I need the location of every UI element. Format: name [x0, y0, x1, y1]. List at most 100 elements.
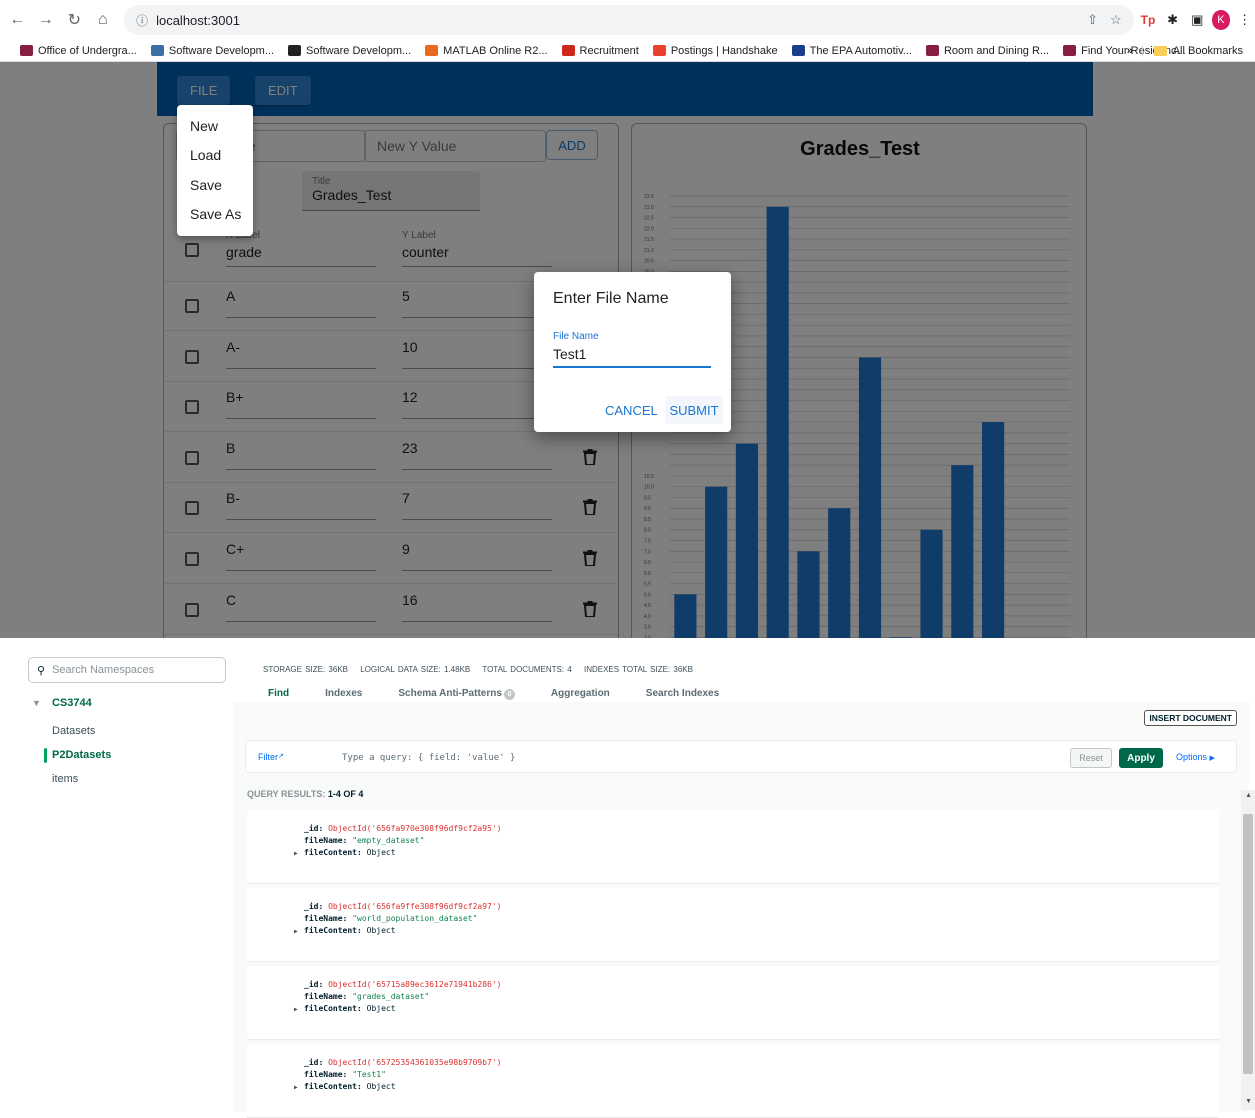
browser-window: ← → ↻ ⌂ ⓘ localhost:3001 ⇧ ☆ Tp ✱ ▣ K ⋮ … — [0, 0, 1255, 638]
filter-link[interactable]: Filter↗ — [258, 752, 284, 762]
search-icon: ⚲ — [37, 664, 46, 677]
bookmark-item[interactable]: Room and Dining R... — [925, 45, 1049, 57]
expand-caret-icon[interactable]: ▶ — [294, 1084, 298, 1091]
bookmark-item[interactable]: Recruitment — [561, 45, 639, 57]
database-tree-item[interactable]: ▼ CS3744 — [32, 697, 92, 709]
bookmark-item[interactable]: MATLAB Online R2... — [425, 45, 548, 57]
extensions-puzzle-icon[interactable]: ✱ — [1162, 9, 1183, 31]
all-bookmarks-link[interactable]: All Bookmarks — [1173, 45, 1243, 57]
bookmark-item[interactable]: The EPA Automotiv... — [791, 45, 912, 57]
file-name-input[interactable]: Test1 — [553, 346, 711, 368]
bookmark-favicon-icon — [20, 45, 33, 56]
active-collection-indicator — [44, 748, 47, 763]
collection-items[interactable]: items — [52, 773, 78, 785]
query-input[interactable]: Type a query: { field: 'value' } — [342, 753, 515, 763]
file-name-dialog: Enter File Name File Name Test1 CANCEL S… — [534, 272, 731, 432]
back-icon[interactable]: ← — [6, 8, 29, 32]
address-bar[interactable]: ⓘ localhost:3001 ⇧ ☆ — [124, 5, 1134, 35]
bookmarks-overflow-icon[interactable]: » — [1127, 45, 1133, 57]
file-dropdown-menu: New Load Save Save As — [177, 105, 253, 236]
collection-tabs: Find Indexes Schema Anti-Patterns 0 Aggre… — [268, 688, 755, 700]
site-info-icon[interactable]: ⓘ — [136, 12, 148, 29]
mongodb-atlas-view: ⚲ Search Namespaces ▼ CS3744 Datasets P2… — [0, 638, 1255, 1118]
insert-document-button[interactable]: INSERT DOCUMENT — [1144, 710, 1237, 726]
options-button[interactable]: Options ▶ — [1176, 752, 1215, 762]
menu-item-load[interactable]: Load — [177, 141, 253, 171]
file-name-label: File Name — [553, 331, 599, 342]
bookmark-separator: | — [1140, 44, 1144, 57]
collection-datasets[interactable]: Datasets — [52, 725, 95, 737]
antipattern-count-badge: 0 — [503, 689, 515, 700]
forward-icon[interactable]: → — [35, 8, 58, 32]
caret-right-icon: ▶ — [1209, 755, 1215, 762]
bookmark-item[interactable]: Software Developm... — [288, 45, 411, 57]
menu-item-save[interactable]: Save — [177, 170, 253, 200]
browser-menu-icon[interactable]: ⋮ — [1234, 9, 1255, 31]
scrollbar-thumb[interactable] — [1243, 814, 1253, 1074]
home-icon[interactable]: ⌂ — [92, 8, 115, 32]
bookmark-favicon-icon — [791, 45, 805, 56]
documents-workspace: INSERT DOCUMENT Filter↗ Type a query: { … — [233, 702, 1249, 1118]
browser-toolbar: ← → ↻ ⌂ ⓘ localhost:3001 ⇧ ☆ Tp ✱ ▣ K ⋮ — [0, 0, 1255, 40]
doc-filecontent-line: fileContent: Object — [304, 926, 396, 935]
tab-search-indexes[interactable]: Search Indexes — [646, 688, 719, 700]
bookmark-favicon-icon — [925, 45, 939, 56]
doc-filecontent-line: fileContent: Object — [304, 1004, 396, 1013]
profile-avatar[interactable]: K — [1211, 10, 1231, 30]
bookmark-favicon-icon — [150, 45, 164, 56]
share-icon[interactable]: ⇧ — [1087, 12, 1098, 28]
bookmark-favicon-icon — [1063, 45, 1077, 56]
bookmark-favicon-icon — [288, 45, 302, 56]
bookmark-favicon-icon — [652, 45, 666, 56]
bookmark-favicon-icon — [425, 45, 439, 56]
side-panel-icon[interactable]: ▣ — [1187, 9, 1208, 31]
expand-caret-icon[interactable]: ▶ — [294, 850, 298, 857]
doc-filename-line: fileName: "Test1" — [304, 1070, 386, 1079]
bookmark-favicon-icon — [561, 45, 575, 56]
doc-id-line: _id: ObjectId('656fa970e308f96df9cf2a95'… — [304, 824, 502, 833]
url-text: localhost:3001 — [156, 12, 240, 28]
collection-stats: STORAGE SIZE: 36KB LOGICAL DATA SIZE: 1.… — [263, 665, 693, 674]
doc-id-line: _id: ObjectId('656fa9ffe308f96df9cf2a97'… — [304, 902, 502, 911]
document-card[interactable]: _id: ObjectId('656fa9ffe308f96df9cf2a97'… — [247, 888, 1219, 962]
doc-filename-line: fileName: "world_population_dataset" — [304, 914, 478, 923]
doc-id-line: _id: ObjectId('65715a89ec3612e71941b286'… — [304, 980, 502, 989]
document-card[interactable]: _id: ObjectId('65715a89ec3612e71941b286'… — [247, 966, 1219, 1040]
submit-button[interactable]: SUBMIT — [665, 396, 723, 424]
menu-item-save-as[interactable]: Save As — [177, 200, 253, 230]
reload-icon[interactable]: ↻ — [63, 8, 86, 32]
doc-id-line: _id: ObjectId('65725354361035e98b9709b7'… — [304, 1058, 502, 1067]
reset-button[interactable]: Reset — [1070, 748, 1112, 768]
tab-aggregation[interactable]: Aggregation — [551, 688, 610, 700]
tab-indexes[interactable]: Indexes — [325, 688, 362, 700]
doc-filecontent-line: fileContent: Object — [304, 848, 396, 857]
namespace-search-input[interactable]: ⚲ Search Namespaces — [28, 657, 226, 683]
filter-bar: Filter↗ Type a query: { field: 'value' }… — [245, 740, 1237, 773]
bookmark-star-icon[interactable]: ☆ — [1110, 12, 1122, 28]
expand-caret-icon[interactable]: ▶ — [294, 1006, 298, 1013]
collection-p2datasets[interactable]: P2Datasets — [52, 749, 111, 761]
menu-item-new[interactable]: New — [177, 111, 253, 141]
bookmark-item[interactable]: Office of Undergra... — [20, 45, 137, 57]
apply-button[interactable]: Apply — [1119, 748, 1163, 768]
doc-filename-line: fileName: "empty_dataset" — [304, 836, 425, 845]
scroll-down-icon[interactable]: ▼ — [1245, 1098, 1252, 1105]
bookmarks-bar: Office of Undergra... Software Developm.… — [0, 40, 1255, 62]
external-link-icon: ↗ — [278, 753, 284, 760]
doc-filecontent-line: fileContent: Object — [304, 1082, 396, 1091]
dialog-title: Enter File Name — [553, 290, 669, 307]
scroll-up-icon[interactable]: ▲ — [1245, 792, 1252, 799]
tab-find[interactable]: Find — [268, 688, 289, 700]
bookmark-item[interactable]: Postings | Handshake — [652, 45, 778, 57]
extension-tp-icon[interactable]: Tp — [1138, 9, 1159, 31]
doc-filename-line: fileName: "grades_dataset" — [304, 992, 430, 1001]
document-card[interactable]: _id: ObjectId('65725354361035e98b9709b7'… — [247, 1044, 1219, 1118]
cancel-button[interactable]: CANCEL — [605, 403, 658, 418]
folder-icon — [1153, 45, 1167, 56]
chevron-down-icon: ▼ — [32, 698, 41, 708]
tab-schema-anti-patterns[interactable]: Schema Anti-Patterns 0 — [398, 688, 515, 700]
query-results-header: QUERY RESULTS: 1-4 OF 4 — [247, 789, 364, 799]
document-card[interactable]: _id: ObjectId('656fa970e308f96df9cf2a95'… — [247, 810, 1219, 884]
bookmark-item[interactable]: Software Developm... — [150, 45, 274, 57]
expand-caret-icon[interactable]: ▶ — [294, 928, 298, 935]
